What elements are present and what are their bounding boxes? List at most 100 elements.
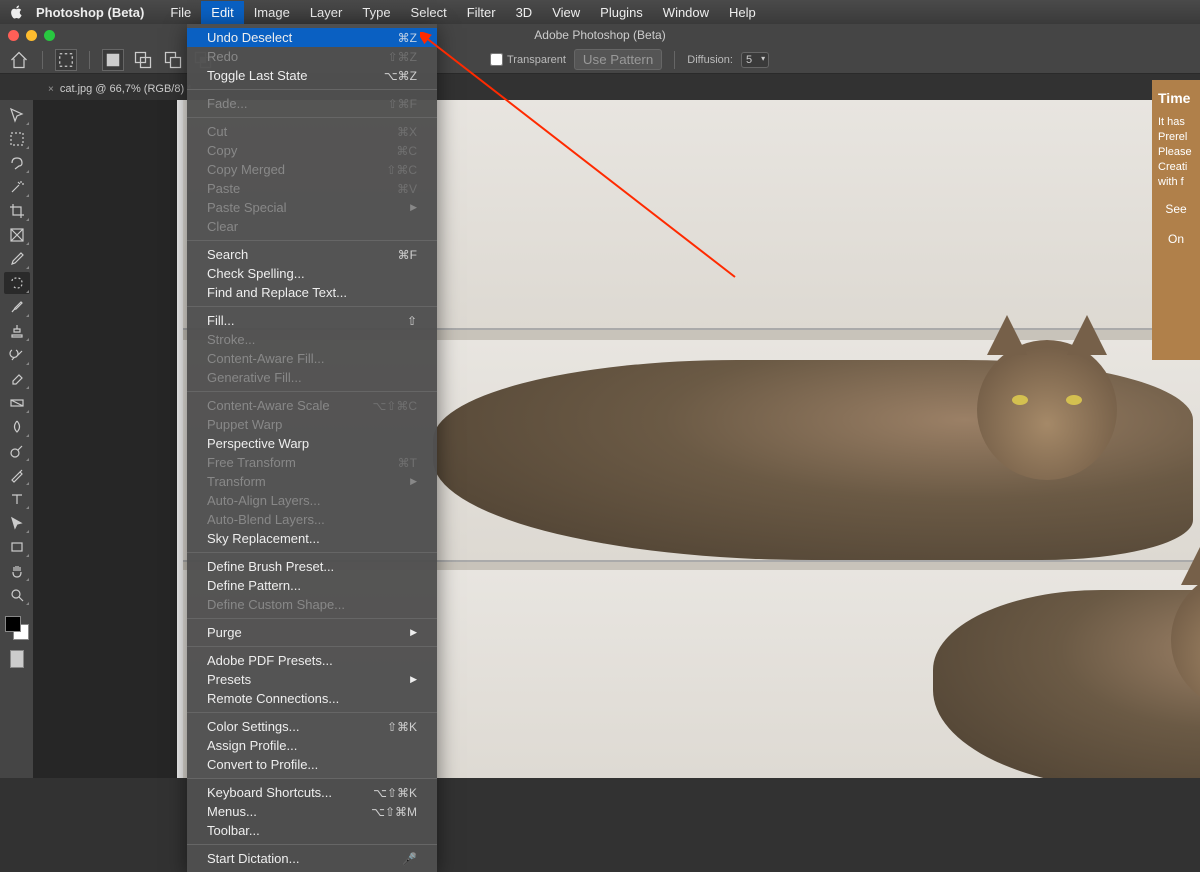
transparent-checkbox[interactable]: Transparent — [490, 53, 566, 66]
menu-separator — [187, 646, 437, 647]
tool-hand[interactable] — [4, 560, 30, 582]
menu-item-toolbar[interactable]: Toolbar... — [187, 821, 437, 840]
menu-item-content-aware-scale: Content-Aware Scale⌥⇧⌘C — [187, 396, 437, 415]
tool-lasso[interactable] — [4, 152, 30, 174]
menu-item-fade: Fade...⇧⌘F — [187, 94, 437, 113]
menu-item-purge[interactable]: Purge▶ — [187, 623, 437, 642]
apple-logo-icon — [10, 5, 24, 19]
menu-item-content-aware-fill: Content-Aware Fill... — [187, 349, 437, 368]
menu-item-remote-connections[interactable]: Remote Connections... — [187, 689, 437, 708]
menu-item-color-settings[interactable]: Color Settings...⇧⌘K — [187, 717, 437, 736]
menu-item-menus[interactable]: Menus...⌥⇧⌘M — [187, 802, 437, 821]
tool-gradient[interactable] — [4, 392, 30, 414]
tool-brush[interactable] — [4, 296, 30, 318]
maximize-window-icon[interactable] — [44, 30, 55, 41]
menu-item-generative-fill: Generative Fill... — [187, 368, 437, 387]
diffusion-label: Diffusion: — [687, 54, 733, 66]
menu-item-stroke: Stroke... — [187, 330, 437, 349]
options-bar: Transparent Use Pattern Diffusion: 5 — [0, 46, 1200, 74]
minimize-window-icon[interactable] — [26, 30, 37, 41]
menu-layer[interactable]: Layer — [300, 1, 353, 24]
tool-blur[interactable] — [4, 416, 30, 438]
tool-crop[interactable] — [4, 200, 30, 222]
menu-item-adobe-pdf-presets[interactable]: Adobe PDF Presets... — [187, 651, 437, 670]
menu-view[interactable]: View — [542, 1, 590, 24]
menu-item-define-pattern[interactable]: Define Pattern... — [187, 576, 437, 595]
tool-wand[interactable] — [4, 176, 30, 198]
menu-type[interactable]: Type — [352, 1, 400, 24]
menu-item-define-custom-shape: Define Custom Shape... — [187, 595, 437, 614]
menu-item-check-spelling[interactable]: Check Spelling... — [187, 264, 437, 283]
notification-text: Please — [1158, 146, 1194, 158]
tool-patch[interactable] — [4, 272, 30, 294]
menu-item-undo-deselect[interactable]: Undo Deselect⌘Z — [187, 28, 437, 47]
patch-tool-icon[interactable] — [55, 49, 77, 71]
separator — [674, 51, 675, 69]
menu-image[interactable]: Image — [244, 1, 300, 24]
notification-text: with f — [1158, 176, 1194, 188]
menu-help[interactable]: Help — [719, 1, 766, 24]
menu-item-transform: Transform▶ — [187, 472, 437, 491]
use-pattern-button[interactable]: Use Pattern — [574, 49, 662, 70]
submenu-arrow-icon: ▶ — [410, 202, 417, 213]
menu-item-define-brush-preset[interactable]: Define Brush Preset... — [187, 557, 437, 576]
menu-item-perspective-warp[interactable]: Perspective Warp — [187, 434, 437, 453]
tool-zoom[interactable] — [4, 584, 30, 606]
color-swatch[interactable] — [5, 616, 29, 640]
submenu-arrow-icon: ▶ — [410, 674, 417, 685]
menu-item-presets[interactable]: Presets▶ — [187, 670, 437, 689]
quick-mask-icon[interactable] — [10, 650, 24, 668]
tool-move[interactable] — [4, 104, 30, 126]
menu-item-start-dictation[interactable]: Start Dictation...🎤 — [187, 849, 437, 868]
close-tab-icon[interactable]: × — [48, 84, 54, 95]
tool-frame[interactable] — [4, 224, 30, 246]
menu-item-keyboard-shortcuts[interactable]: Keyboard Shortcuts...⌥⇧⌘K — [187, 783, 437, 802]
tool-eraser[interactable] — [4, 368, 30, 390]
home-icon[interactable] — [8, 49, 30, 71]
menu-3d[interactable]: 3D — [506, 1, 543, 24]
notification-title: Time — [1158, 90, 1194, 106]
tool-stamp[interactable] — [4, 320, 30, 342]
tool-pen[interactable] — [4, 464, 30, 486]
tool-path-select[interactable] — [4, 512, 30, 534]
diffusion-select[interactable]: 5 — [741, 52, 769, 68]
menu-item-toggle-last-state[interactable]: Toggle Last State⌥⌘Z — [187, 66, 437, 85]
menu-item-fill[interactable]: Fill...⇧ — [187, 311, 437, 330]
notification-button-1[interactable]: See — [1158, 200, 1194, 218]
menu-separator — [187, 712, 437, 713]
menu-item-paste: Paste⌘V — [187, 179, 437, 198]
document-tab[interactable]: × cat.jpg @ 66,7% (RGB/8) * — [40, 78, 203, 100]
tool-rectangle[interactable] — [4, 536, 30, 558]
tool-type[interactable] — [4, 488, 30, 510]
notification-button-2[interactable]: On — [1158, 230, 1194, 248]
menu-item-assign-profile[interactable]: Assign Profile... — [187, 736, 437, 755]
menu-plugins[interactable]: Plugins — [590, 1, 653, 24]
menu-filter[interactable]: Filter — [457, 1, 506, 24]
window-traffic-lights — [8, 30, 55, 41]
tools-panel — [0, 100, 33, 778]
window-title: Adobe Photoshop (Beta) — [534, 28, 665, 42]
menu-item-search[interactable]: Search⌘F — [187, 245, 437, 264]
tool-marquee[interactable] — [4, 128, 30, 150]
notification-panel[interactable]: Time It hasPrerelPleaseCreatiwith f See … — [1152, 80, 1200, 360]
menu-item-sky-replacement[interactable]: Sky Replacement... — [187, 529, 437, 548]
menu-select[interactable]: Select — [401, 1, 457, 24]
menu-separator — [187, 778, 437, 779]
tool-dodge[interactable] — [4, 440, 30, 462]
separator — [89, 51, 90, 69]
tool-eyedropper[interactable] — [4, 248, 30, 270]
menu-file[interactable]: File — [160, 1, 201, 24]
menu-item-convert-to-profile[interactable]: Convert to Profile... — [187, 755, 437, 774]
menu-item-free-transform: Free Transform⌘T — [187, 453, 437, 472]
selection-subtract-icon[interactable] — [162, 49, 184, 71]
menu-window[interactable]: Window — [653, 1, 719, 24]
menu-separator — [187, 240, 437, 241]
selection-new-icon[interactable] — [102, 49, 124, 71]
menu-edit[interactable]: Edit — [201, 1, 243, 24]
notification-text: It has — [1158, 116, 1194, 128]
close-window-icon[interactable] — [8, 30, 19, 41]
selection-add-icon[interactable] — [132, 49, 154, 71]
menu-item-find-and-replace-text[interactable]: Find and Replace Text... — [187, 283, 437, 302]
tool-history-brush[interactable] — [4, 344, 30, 366]
document-tab-bar: × cat.jpg @ 66,7% (RGB/8) * — [0, 74, 1200, 100]
